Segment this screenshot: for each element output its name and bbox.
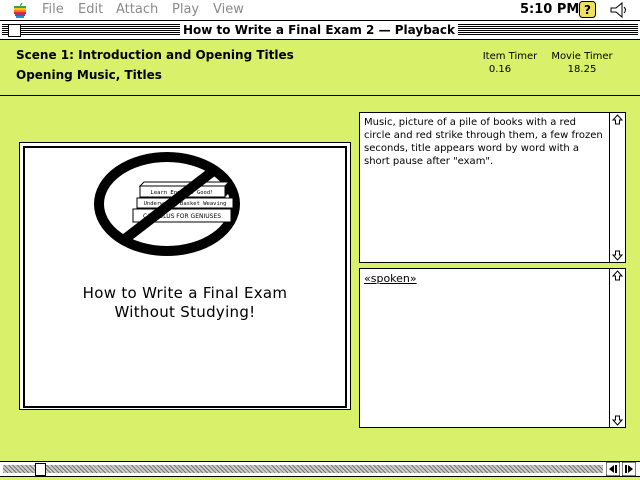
spoken-panel[interactable]: «spoken» <box>359 268 626 428</box>
movie-timer-value: 18.25 <box>567 64 597 75</box>
speaker-app-icon[interactable] <box>609 1 629 19</box>
spoken-link[interactable]: «spoken» <box>364 272 604 285</box>
menu-view[interactable]: View <box>213 2 244 18</box>
movie-timer-label: Movie Timer <box>551 51 613 62</box>
no-books-graphic: Learn English Good! Underwater Basket We… <box>94 152 240 256</box>
menu-bar: File Edit Attach Play View 5:10 PM ? <box>0 0 640 21</box>
close-box[interactable] <box>8 24 21 37</box>
book-label-2: Underwater Basket Weaving <box>144 201 227 207</box>
timeline-track[interactable] <box>3 465 603 473</box>
scene-subtitle: Opening Music, Titles <box>16 68 162 82</box>
spoken-scrollbar[interactable] <box>609 269 625 427</box>
scroll-right-arrow-icon[interactable] <box>622 462 636 476</box>
item-timer-label: Item Timer <box>482 51 538 62</box>
timeline-thumb[interactable] <box>35 463 46 476</box>
help-question-icon[interactable]: ? <box>579 1 596 18</box>
title-stripes-right <box>458 24 638 36</box>
title-stripes-left <box>2 24 180 36</box>
scroll-up-arrow-icon[interactable] <box>610 269 625 283</box>
slide-preview-frame[interactable]: Learn English Good! Underwater Basket We… <box>19 142 351 410</box>
description-scrollbar[interactable] <box>609 113 625 262</box>
window-title-bar[interactable]: How to Write a Final Exam 2 — Playback <box>0 21 640 40</box>
scroll-down-arrow-icon[interactable] <box>610 413 625 427</box>
description-text[interactable]: Music, picture of a pile of books with a… <box>364 116 604 168</box>
description-panel[interactable]: Music, picture of a pile of books with a… <box>359 112 626 263</box>
timeline-scrollbar[interactable] <box>0 461 640 477</box>
menu-play[interactable]: Play <box>172 2 199 18</box>
item-timer-value: 0.16 <box>488 64 512 75</box>
scroll-down-arrow-icon[interactable] <box>610 248 625 262</box>
scroll-left-arrow-icon[interactable] <box>606 462 620 476</box>
slide-title-line1: How to Write a Final Exam <box>82 284 288 302</box>
svg-text:?: ? <box>584 3 591 17</box>
menu-file[interactable]: File <box>42 2 64 18</box>
scene-title: Scene 1: Introduction and Opening Titles <box>16 48 294 62</box>
apple-icon[interactable] <box>12 2 28 18</box>
window-title: How to Write a Final Exam 2 — Playback <box>182 21 456 39</box>
slide-preview: Learn English Good! Underwater Basket We… <box>23 146 347 408</box>
menu-attach[interactable]: Attach <box>116 2 158 18</box>
slide-title-line2: Without Studying! <box>114 303 256 321</box>
menu-edit[interactable]: Edit <box>78 2 103 18</box>
scroll-up-arrow-icon[interactable] <box>610 113 625 127</box>
scene-header: Scene 1: Introduction and Opening Titles… <box>0 40 640 96</box>
menu-clock[interactable]: 5:10 PM <box>520 2 579 18</box>
